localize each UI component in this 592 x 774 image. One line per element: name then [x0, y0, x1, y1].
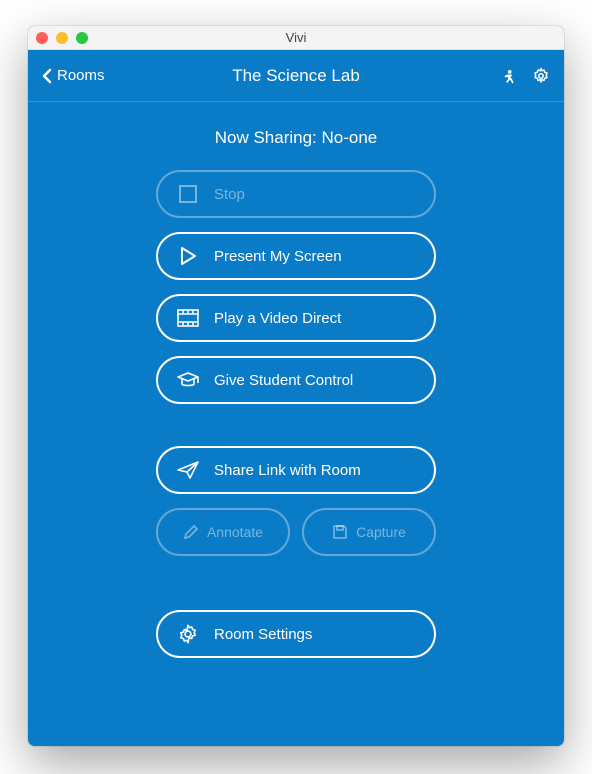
share-link-button[interactable]: Share Link with Room	[156, 446, 436, 494]
window-title: Vivi	[28, 30, 564, 45]
stop-button: Stop	[156, 170, 436, 218]
traffic-lights	[36, 32, 88, 44]
student-control-label: Give Student Control	[214, 372, 353, 389]
pencil-icon	[183, 524, 199, 540]
gear-icon[interactable]	[532, 67, 550, 85]
app-window: Vivi Rooms The Science Lab Now Sharing: …	[28, 26, 564, 746]
share-link-label: Share Link with Room	[214, 462, 361, 479]
graduation-cap-icon	[176, 371, 200, 389]
capture-label: Capture	[356, 524, 406, 540]
annotate-button: Annotate	[156, 508, 290, 556]
app-body: Rooms The Science Lab Now Sharing: No-on…	[28, 50, 564, 746]
sharing-status: Now Sharing: No-one	[215, 128, 378, 148]
annotate-label: Annotate	[207, 524, 263, 540]
student-control-button[interactable]: Give Student Control	[156, 356, 436, 404]
play-video-label: Play a Video Direct	[214, 310, 341, 327]
stop-icon	[176, 185, 200, 203]
present-screen-button[interactable]: Present My Screen	[156, 232, 436, 280]
minimize-window-button[interactable]	[56, 32, 68, 44]
page-title: The Science Lab	[28, 66, 564, 86]
content: Now Sharing: No-one Stop Present My Scre…	[28, 102, 564, 746]
play-icon	[176, 246, 200, 266]
back-label: Rooms	[57, 67, 105, 84]
annotate-capture-row: Annotate Capture	[156, 508, 436, 556]
room-settings-button[interactable]: Room Settings	[156, 610, 436, 658]
save-icon	[332, 524, 348, 540]
settings-gear-icon	[176, 623, 200, 645]
close-window-button[interactable]	[36, 32, 48, 44]
room-settings-label: Room Settings	[214, 626, 312, 643]
capture-button: Capture	[302, 508, 436, 556]
header: Rooms The Science Lab	[28, 50, 564, 102]
paper-plane-icon	[176, 460, 200, 480]
titlebar: Vivi	[28, 26, 564, 50]
exit-icon[interactable]	[500, 67, 518, 85]
play-video-button[interactable]: Play a Video Direct	[156, 294, 436, 342]
back-button[interactable]: Rooms	[42, 67, 105, 84]
present-label: Present My Screen	[214, 248, 342, 265]
maximize-window-button[interactable]	[76, 32, 88, 44]
chevron-left-icon	[42, 68, 53, 84]
stop-label: Stop	[214, 186, 245, 203]
film-icon	[176, 309, 200, 327]
header-actions	[500, 67, 550, 85]
